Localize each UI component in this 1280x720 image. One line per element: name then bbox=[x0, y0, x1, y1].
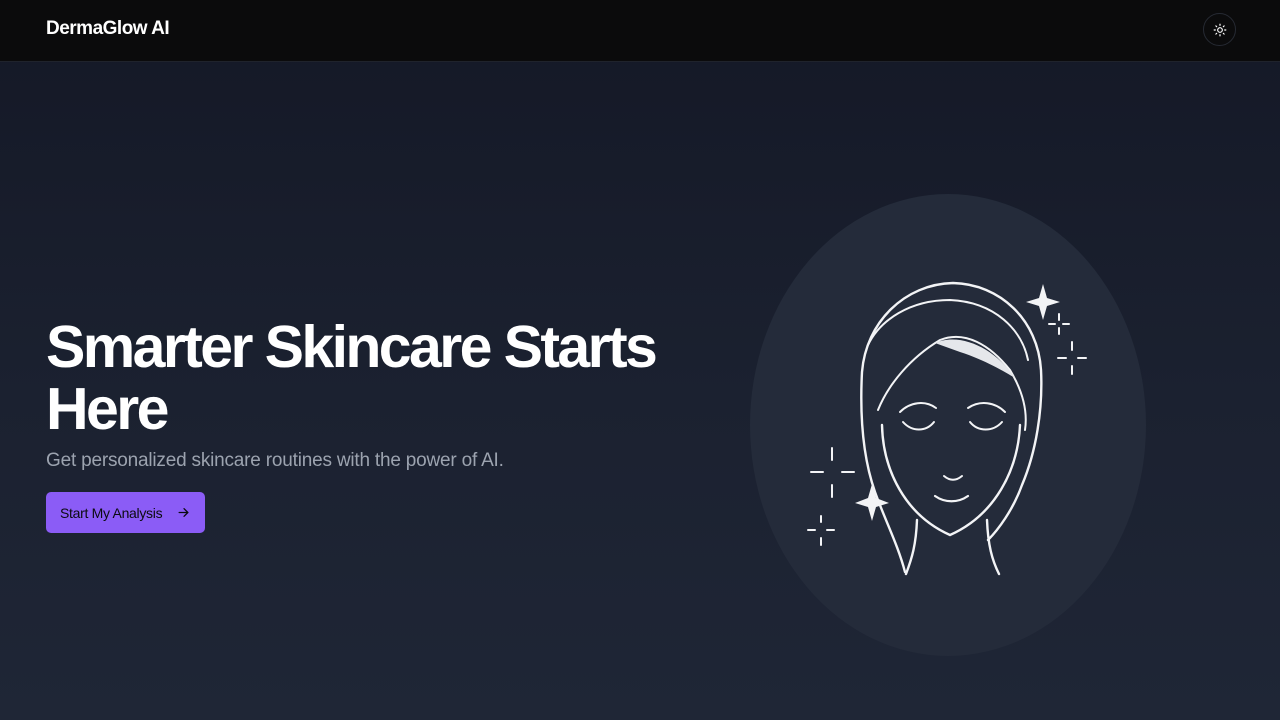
hero-subtitle: Get personalized skincare routines with … bbox=[46, 450, 504, 471]
start-analysis-button[interactable]: Start My Analysis bbox=[46, 492, 205, 533]
hero-title: Smarter Skincare Starts Here bbox=[46, 314, 658, 442]
sun-icon bbox=[1213, 23, 1226, 36]
brand-logo[interactable]: DermaGlow AI bbox=[46, 18, 170, 40]
face-with-sparkles-icon bbox=[807, 281, 1087, 576]
arrow-right-icon bbox=[178, 508, 189, 517]
theme-toggle-button[interactable] bbox=[1203, 13, 1236, 46]
navbar: DermaGlow AI bbox=[0, 0, 1280, 62]
start-analysis-label: Start My Analysis bbox=[60, 504, 163, 521]
